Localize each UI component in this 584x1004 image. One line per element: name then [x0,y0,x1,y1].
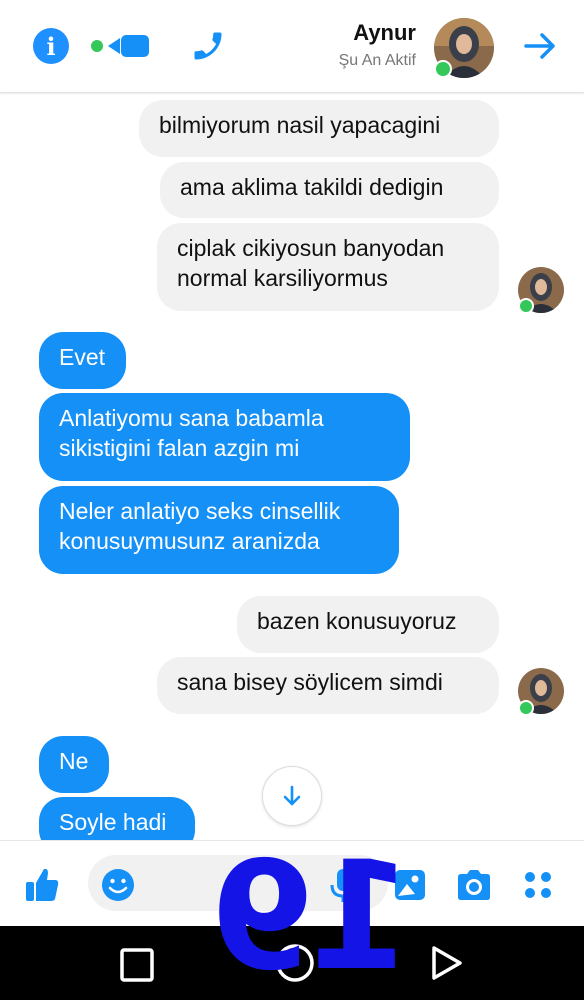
message-text: ama aklima takildi dedigin [180,174,444,200]
message-received[interactable]: bilmiyorum nasil yapacagini [139,100,499,157]
scroll-to-bottom-button[interactable] [262,766,322,826]
message-received[interactable]: bazen konusuyoruz [237,596,499,653]
watermark-number: 19 [215,830,413,1004]
like-icon[interactable] [20,865,64,905]
message-sent[interactable]: Anlatiyomu sana babamla sikistigini fala… [39,393,410,481]
apps-icon[interactable] [520,867,556,903]
back-button[interactable] [424,940,468,986]
info-icon[interactable]: i [33,28,69,64]
contact-name[interactable]: Aynur [353,20,416,46]
message-sent[interactable]: Neler anlatiyo seks cinsellik konusuymus… [39,486,399,574]
message-text-line: Neler anlatiyo seks cinsellik [59,498,341,524]
message-sent[interactable]: Ne [39,736,109,793]
message-sent[interactable]: Evet [39,332,126,389]
message-text-line: ciplak cikiyosun banyodan [177,235,445,261]
message-received[interactable]: sana bisey söylicem simdi [157,657,499,714]
message-text: Evet [59,344,106,370]
message-text-line: Anlatiyomu sana babamla [59,405,324,431]
message-text-line: normal karsiliyormus [177,265,388,291]
message-text: bilmiyorum nasil yapacagini [159,112,441,138]
online-indicator [518,700,534,716]
emoji-icon[interactable] [98,865,138,905]
triangle-icon [432,946,462,980]
message-received[interactable]: ama aklima takildi dedigin [160,162,499,218]
message-text-line: sikistigini falan azgin mi [59,435,300,461]
forward-arrow-icon[interactable] [520,26,560,66]
message-text: Soyle hadi [59,809,167,835]
message-text-line: konusuymusunz aranizda [59,528,320,554]
message-text: bazen konusuyoruz [257,608,457,634]
arrow-down-icon [283,785,301,806]
message-text: Ne [59,748,89,774]
message-received[interactable]: ciplak cikiyosun banyodan normal karsili… [157,223,499,311]
square-icon [120,948,154,982]
video-call-icon[interactable] [88,30,152,62]
chat-header: i Aynur Şu An Aktif [0,0,584,93]
online-indicator [518,298,534,314]
contact-status: Şu An Aktif [338,52,416,69]
camera-icon[interactable] [454,867,494,903]
online-indicator [434,60,452,78]
message-text: sana bisey söylicem simdi [177,669,443,695]
phone-icon[interactable] [188,27,228,65]
recents-button[interactable] [114,942,160,988]
